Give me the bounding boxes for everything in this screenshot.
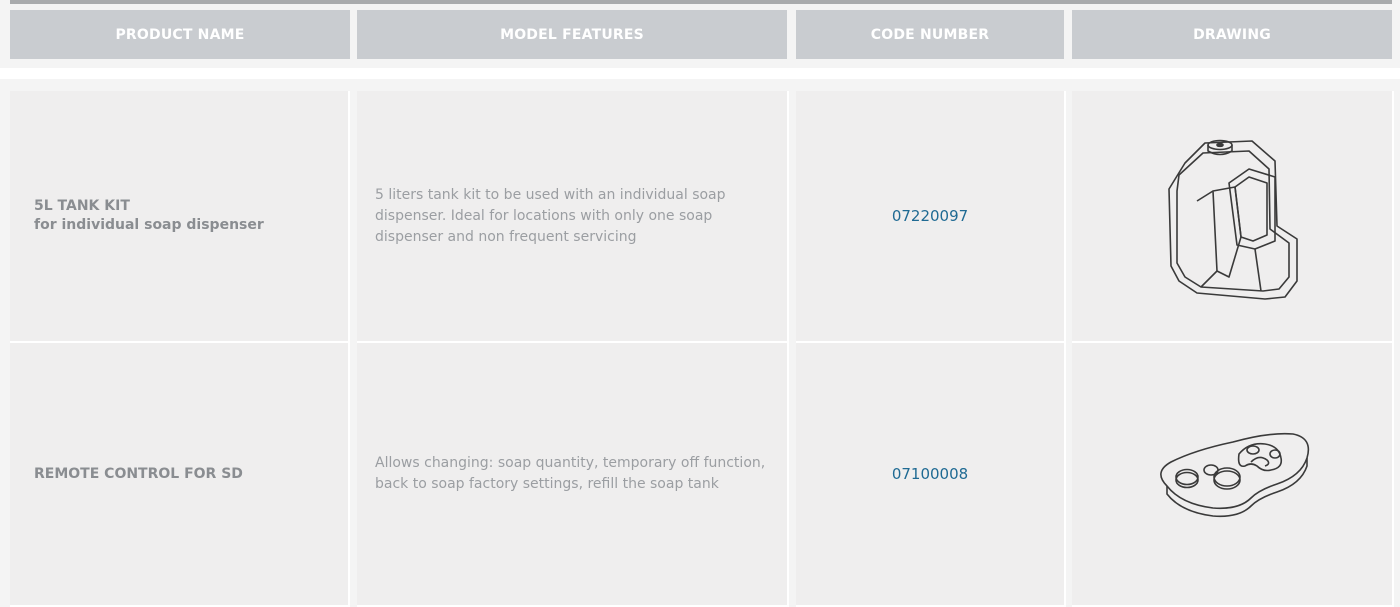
product-name: 5L TANK KIT for individual soap dispense…: [10, 197, 264, 235]
product-name: REMOTE CONTROL FOR SD: [34, 465, 243, 482]
header-product-name: PRODUCT NAME: [10, 10, 350, 59]
table-body: 5L TANK KIT for individual soap dispense…: [0, 79, 1400, 607]
table-cell-model-features: Allows changing: soap quantity, temporar…: [357, 343, 789, 607]
table-cell-product-name: 5L TANK KIT for individual soap dispense…: [10, 91, 350, 343]
code-number-link[interactable]: 07220097: [796, 207, 1064, 225]
model-features-text: Allows changing: soap quantity, temporar…: [375, 455, 766, 492]
tank-kit-drawing-icon: [1168, 139, 1298, 300]
product-name-line1: 5L TANK KIT: [34, 198, 130, 214]
header-model-features: MODEL FEATURES: [357, 10, 787, 59]
table-cell-drawing: [1072, 343, 1394, 607]
table-cell-drawing: [1072, 91, 1394, 343]
model-features-text: 5 liters tank kit to be used with an ind…: [375, 186, 726, 245]
remote-control-drawing-icon: [1160, 432, 1310, 518]
header-drawing: DRAWING: [1072, 10, 1392, 59]
table-cell-code-number: 07220097: [796, 91, 1066, 343]
product-name-line2: for individual soap dispenser: [34, 217, 264, 233]
table-cell-code-number: 07100008: [796, 343, 1066, 607]
header-code-number: CODE NUMBER: [796, 10, 1064, 59]
table-cell-product-name: REMOTE CONTROL FOR SD: [10, 343, 350, 607]
code-number-link[interactable]: 07100008: [796, 465, 1064, 483]
table-cell-model-features: 5 liters tank kit to be used with an ind…: [357, 91, 789, 343]
header-top-rule: [10, 0, 1392, 4]
product-table-page: PRODUCT NAME MODEL FEATURES CODE NUMBER …: [0, 0, 1400, 607]
table-header: PRODUCT NAME MODEL FEATURES CODE NUMBER …: [0, 0, 1400, 68]
